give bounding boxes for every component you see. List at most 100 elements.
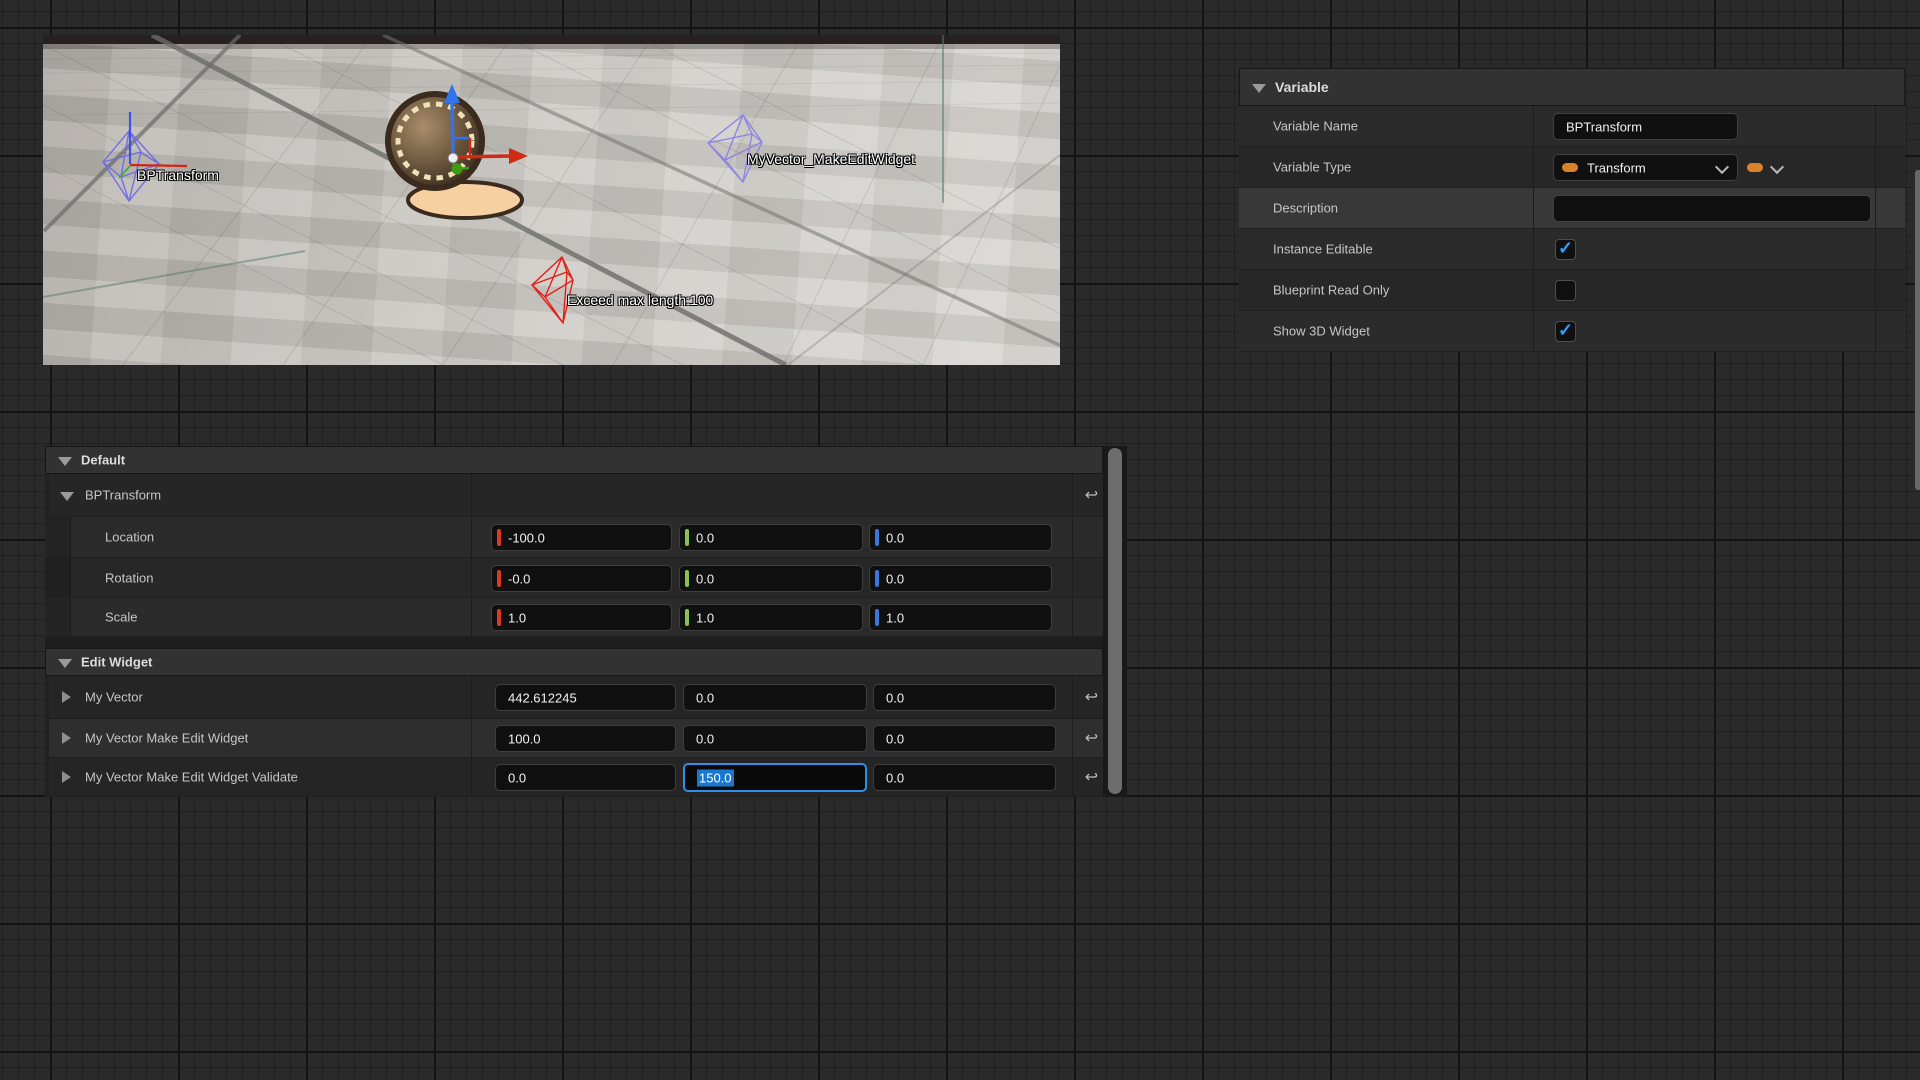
label-value-splitter[interactable] [1533, 106, 1534, 352]
3d-viewport[interactable]: BPTransform MyVector_MakeEditWidget Exce… [43, 35, 1060, 365]
variable-name-label: Variable Name [1273, 119, 1358, 134]
row-location: Location -100.0 0.0 0.0 [45, 517, 1103, 558]
location-x-input[interactable]: -100.0 [491, 524, 672, 551]
row-instance-editable: Instance Editable ✓ [1239, 229, 1905, 270]
chevron-down-icon [1715, 160, 1729, 174]
show-3d-widget-label: Show 3D Widget [1273, 324, 1370, 339]
x-axis-accent [497, 570, 501, 587]
check-icon: ✓ [1558, 238, 1573, 259]
row-scale: Scale 1.0 1.0 1.0 [45, 598, 1103, 637]
mvmewv-y-input-focused[interactable]: 150.0 [683, 763, 867, 792]
description-input[interactable] [1553, 195, 1871, 222]
row-rotation: Rotation -0.0 0.0 0.0 [45, 558, 1103, 598]
blueprint-read-only-checkbox[interactable] [1555, 280, 1576, 301]
my-vector-make-edit-widget-validate-label: My Vector Make Edit Widget Validate [85, 770, 298, 785]
row-blueprint-read-only: Blueprint Read Only [1239, 270, 1905, 311]
collapse-arrow-icon [1252, 84, 1266, 93]
label-value-splitter[interactable] [471, 676, 472, 797]
scale-label: Scale [105, 610, 138, 625]
mvmew-z-input[interactable]: 0.0 [873, 725, 1056, 752]
window-scrollbar[interactable] [1915, 170, 1920, 490]
row-variable-name: Variable Name BPTransform [1239, 106, 1905, 147]
blueprint-read-only-label: Blueprint Read Only [1273, 283, 1389, 298]
instance-editable-label: Instance Editable [1273, 242, 1373, 257]
x-axis-accent [497, 609, 501, 626]
location-z-input[interactable]: 0.0 [869, 524, 1052, 551]
horizon-band [43, 35, 1060, 49]
default-category-title: Default [81, 453, 125, 468]
description-label: Description [1273, 201, 1338, 216]
scale-y-input[interactable]: 1.0 [679, 604, 863, 631]
row-my-vector-make-edit-widget[interactable]: My Vector Make Edit Widget 100.0 0.0 0.0… [45, 719, 1103, 758]
container-type-chevron-icon[interactable] [1770, 160, 1784, 174]
y-axis-accent [685, 609, 689, 626]
container-type-pill-icon[interactable] [1747, 163, 1763, 172]
x-axis-accent [497, 529, 501, 546]
variable-section-title: Variable [1275, 79, 1329, 95]
exceed-3d-widget[interactable] [532, 257, 573, 323]
expand-arrow-icon[interactable] [62, 771, 71, 783]
edit-widget-category-header[interactable]: Edit Widget [45, 648, 1103, 676]
my-vector-x-input[interactable]: 442.612245 [495, 684, 676, 711]
collapse-arrow-icon [58, 659, 72, 668]
mvmew-y-input[interactable]: 0.0 [683, 725, 867, 752]
transform-gizmo[interactable] [388, 84, 528, 218]
my-vector-z-input[interactable]: 0.0 [873, 684, 1056, 711]
indent-guide [45, 517, 71, 557]
my-vector-make-edit-widget-label: My Vector Make Edit Widget [85, 731, 248, 746]
gizmo-origin-dot [448, 153, 458, 163]
row-show-3d-widget: Show 3D Widget ✓ [1239, 311, 1905, 352]
y-axis-accent [685, 529, 689, 546]
indent-guide [45, 558, 71, 597]
scale-z-input[interactable]: 1.0 [869, 604, 1052, 631]
variable-name-input[interactable]: BPTransform [1553, 113, 1738, 140]
label-exceed-max-length: Exceed max length:100 [567, 292, 713, 308]
expand-arrow-icon[interactable] [60, 492, 74, 501]
rotation-label: Rotation [105, 570, 153, 585]
z-axis-accent [875, 529, 879, 546]
show-3d-widget-checkbox[interactable]: ✓ [1555, 321, 1576, 342]
variable-type-label: Variable Type [1273, 160, 1351, 175]
mvmewv-x-input[interactable]: 0.0 [495, 764, 676, 791]
variable-section-header[interactable]: Variable [1239, 68, 1905, 106]
scale-x-input[interactable]: 1.0 [491, 604, 672, 631]
details-scrollbar-track[interactable] [1103, 446, 1127, 797]
row-my-vector-make-edit-widget-validate[interactable]: My Vector Make Edit Widget Validate 0.0 … [45, 758, 1103, 797]
rotation-y-input[interactable]: 0.0 [679, 565, 863, 592]
z-axis-accent [875, 609, 879, 626]
ground-grid-lines [43, 35, 1060, 365]
rotation-x-input[interactable]: -0.0 [491, 565, 672, 592]
myvector-3d-widget[interactable] [708, 115, 762, 182]
bptransform-row-label: BPTransform [85, 488, 161, 503]
edit-widget-category-title: Edit Widget [81, 655, 152, 670]
instance-editable-checkbox[interactable]: ✓ [1555, 239, 1576, 260]
rotation-z-input[interactable]: 0.0 [869, 565, 1052, 592]
z-axis-accent [875, 570, 879, 587]
collapse-arrow-icon [58, 457, 72, 466]
row-my-vector[interactable]: My Vector 442.612245 0.0 0.0 ↩ [45, 676, 1103, 719]
gizmo-sphere [388, 94, 482, 188]
label-bptransform: BPTransform [137, 167, 219, 183]
default-category-header[interactable]: Default [45, 446, 1103, 474]
row-bptransform[interactable]: BPTransform ↩ [45, 474, 1103, 517]
row-description: Description [1239, 188, 1905, 229]
gutter-divider [1072, 474, 1073, 637]
section-gap [45, 637, 1103, 648]
transform-type-pill-icon [1562, 163, 1578, 172]
variable-type-dropdown[interactable]: Transform [1553, 154, 1738, 181]
gizmo-z-axis-arrow [452, 101, 453, 158]
location-y-input[interactable]: 0.0 [679, 524, 863, 551]
my-vector-y-input[interactable]: 0.0 [683, 684, 867, 711]
gizmo-x-axis-arrow [456, 156, 511, 157]
label-myvector-makeeditwidget: MyVector_MakeEditWidget [747, 151, 915, 167]
gutter-divider [1072, 676, 1073, 797]
mvmewv-z-input[interactable]: 0.0 [873, 764, 1056, 791]
mvmew-x-input[interactable]: 100.0 [495, 725, 676, 752]
my-vector-label: My Vector [85, 690, 143, 705]
label-value-splitter[interactable] [471, 474, 472, 637]
expand-arrow-icon[interactable] [62, 732, 71, 744]
gutter-divider [1875, 106, 1876, 352]
expand-arrow-icon[interactable] [62, 691, 71, 703]
details-scrollbar-thumb[interactable] [1108, 448, 1122, 794]
selected-text: 150.0 [697, 769, 734, 786]
